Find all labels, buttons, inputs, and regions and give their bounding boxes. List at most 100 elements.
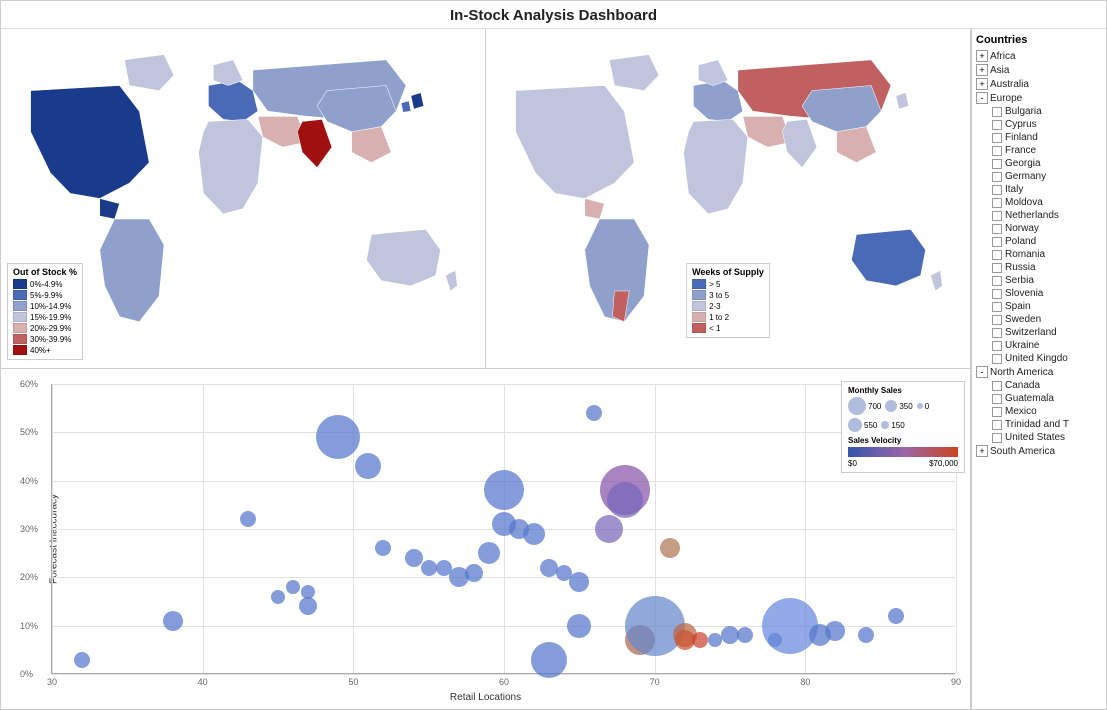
sidebar-item-south-america[interactable]: + South America xyxy=(976,444,1102,458)
sidebar-item-spain[interactable]: Spain xyxy=(992,300,1102,313)
wos-legend-label-2: 2-3 xyxy=(709,302,721,311)
wos-legend-item-2: 2-3 xyxy=(692,301,764,311)
size-circle-550 xyxy=(848,418,862,432)
sidebar-item-bulgaria[interactable]: Bulgaria xyxy=(992,105,1102,118)
australia-expand-icon[interactable]: + xyxy=(976,78,988,90)
checkbox-slovenia[interactable] xyxy=(992,289,1002,299)
sidebar-item-norway[interactable]: Norway xyxy=(992,222,1102,235)
checkbox-guatemala[interactable] xyxy=(992,394,1002,404)
sidebar-item-australia[interactable]: + Australia xyxy=(976,77,1102,91)
sidebar-item-cyprus[interactable]: Cyprus xyxy=(992,118,1102,131)
scatter-bubble xyxy=(163,611,183,631)
sidebar-item-sweden[interactable]: Sweden xyxy=(992,313,1102,326)
checkbox-cyprus[interactable] xyxy=(992,120,1002,130)
size-circle-700 xyxy=(848,397,866,415)
checkbox-moldova[interactable] xyxy=(992,198,1002,208)
scatter-legend-size-title: Monthly Sales xyxy=(848,386,958,395)
y-axis-label: 20% xyxy=(20,572,38,582)
wos-legend-label-0: > 5 xyxy=(709,280,720,289)
checkbox-finland[interactable] xyxy=(992,133,1002,143)
x-axis-label: 40 xyxy=(198,677,208,687)
checkbox-italy[interactable] xyxy=(992,185,1002,195)
legend-item-5: 30%-39.9% xyxy=(13,334,77,344)
sidebar-countries-title: Countries xyxy=(976,34,1102,46)
asia-expand-icon[interactable]: + xyxy=(976,64,988,76)
scatter-bubble xyxy=(607,482,643,518)
sidebar-item-united-states[interactable]: United States xyxy=(992,431,1102,444)
checkbox-switzerland[interactable] xyxy=(992,328,1002,338)
scatter-bubble xyxy=(299,597,317,615)
out-of-stock-map: Out of Stock % 0%-4.9% 5%-9.9% 10%-14.9% xyxy=(1,29,486,368)
checkbox-spain[interactable] xyxy=(992,302,1002,312)
checkbox-mexico[interactable] xyxy=(992,407,1002,417)
scatter-x-axis-label: Retail Locations xyxy=(450,692,521,703)
wos-legend-item-1: 3 to 5 xyxy=(692,290,764,300)
sidebar-item-ukraine[interactable]: Ukraine xyxy=(992,339,1102,352)
sidebar-item-georgia[interactable]: Georgia xyxy=(992,157,1102,170)
legend-label-6: 40%+ xyxy=(30,346,51,355)
sidebar-item-slovenia[interactable]: Slovenia xyxy=(992,287,1102,300)
wos-legend-item-4: < 1 xyxy=(692,323,764,333)
checkbox-france[interactable] xyxy=(992,146,1002,156)
scatter-bubble xyxy=(531,642,567,678)
checkbox-norway[interactable] xyxy=(992,224,1002,234)
checkbox-united-states[interactable] xyxy=(992,433,1002,443)
out-of-stock-legend: Out of Stock % 0%-4.9% 5%-9.9% 10%-14.9% xyxy=(7,263,83,360)
sidebar-item-romania[interactable]: Romania xyxy=(992,248,1102,261)
checkbox-germany[interactable] xyxy=(992,172,1002,182)
sidebar-item-canada[interactable]: Canada xyxy=(992,379,1102,392)
y-axis-label: 10% xyxy=(20,621,38,631)
x-axis-label: 50 xyxy=(348,677,358,687)
grid-line-x xyxy=(52,384,53,673)
weeks-of-supply-legend-title: Weeks of Supply xyxy=(692,267,764,277)
grid-line-y xyxy=(52,674,955,675)
scatter-panel: Forecast Inaccuracy Retail Locations 0%1… xyxy=(1,369,970,709)
sidebar-item-africa[interactable]: + Africa xyxy=(976,49,1102,63)
size-label-350: 350 xyxy=(899,402,912,411)
legend-label-5: 30%-39.9% xyxy=(30,335,71,344)
scatter-bubble xyxy=(762,598,818,654)
sidebar-item-guatemala[interactable]: Guatemala xyxy=(992,392,1102,405)
checkbox-united-kingdom[interactable] xyxy=(992,354,1002,364)
sidebar-item-europe[interactable]: - Europe xyxy=(976,91,1102,105)
sidebar-item-poland[interactable]: Poland xyxy=(992,235,1102,248)
checkbox-romania[interactable] xyxy=(992,250,1002,260)
x-axis-label: 70 xyxy=(650,677,660,687)
sidebar-item-finland[interactable]: Finland xyxy=(992,131,1102,144)
sidebar-item-moldova[interactable]: Moldova xyxy=(992,196,1102,209)
sidebar-item-mexico[interactable]: Mexico xyxy=(992,405,1102,418)
checkbox-ukraine[interactable] xyxy=(992,341,1002,351)
checkbox-sweden[interactable] xyxy=(992,315,1002,325)
sidebar-item-italy[interactable]: Italy xyxy=(992,183,1102,196)
south-america-expand-icon[interactable]: + xyxy=(976,445,988,457)
scatter-bubble xyxy=(825,621,845,641)
sidebar-item-russia[interactable]: Russia xyxy=(992,261,1102,274)
checkbox-serbia[interactable] xyxy=(992,276,1002,286)
asia-label: Asia xyxy=(990,65,1009,76)
africa-expand-icon[interactable]: + xyxy=(976,50,988,62)
north-america-expand-icon[interactable]: - xyxy=(976,366,988,378)
checkbox-poland[interactable] xyxy=(992,237,1002,247)
checkbox-canada[interactable] xyxy=(992,381,1002,391)
sidebar-item-asia[interactable]: + Asia xyxy=(976,63,1102,77)
europe-expand-icon[interactable]: - xyxy=(976,92,988,104)
sidebar-item-serbia[interactable]: Serbia xyxy=(992,274,1102,287)
sidebar-item-netherlands[interactable]: Netherlands xyxy=(992,209,1102,222)
checkbox-georgia[interactable] xyxy=(992,159,1002,169)
checkbox-trinidad[interactable] xyxy=(992,420,1002,430)
checkbox-russia[interactable] xyxy=(992,263,1002,273)
checkbox-netherlands[interactable] xyxy=(992,211,1002,221)
scatter-bubble xyxy=(421,560,437,576)
africa-label: Africa xyxy=(990,51,1016,62)
sidebar-item-trinidad[interactable]: Trinidad and T xyxy=(992,418,1102,431)
sidebar-item-switzerland[interactable]: Switzerland xyxy=(992,326,1102,339)
sidebar-item-germany[interactable]: Germany xyxy=(992,170,1102,183)
checkbox-bulgaria[interactable] xyxy=(992,107,1002,117)
scatter-bubble xyxy=(375,540,391,556)
sidebar-item-united-kingdom[interactable]: United Kingdo xyxy=(992,352,1102,365)
sidebar-item-north-america[interactable]: - North America xyxy=(976,365,1102,379)
size-circle-0 xyxy=(917,403,923,409)
sidebar-item-france[interactable]: France xyxy=(992,144,1102,157)
size-circle-150 xyxy=(881,421,889,429)
legend-swatch-3 xyxy=(13,312,27,322)
